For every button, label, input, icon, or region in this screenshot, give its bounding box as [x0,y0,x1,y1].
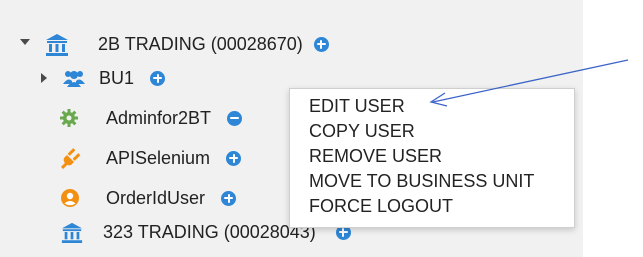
menu-item-force-logout[interactable]: FORCE LOGOUT [309,195,453,217]
gear-icon [60,109,78,127]
remove-icon[interactable] [227,110,243,126]
add-icon[interactable] [150,70,166,86]
tree-node-label: OrderIdUser [106,188,206,208]
tree-node-apiselenium[interactable]: APISelenium [60,144,242,172]
tree-node-label: BU1 [99,68,135,88]
menu-item-remove-user[interactable]: REMOVE USER [309,145,442,167]
tree-node-label: Adminfor2BT [106,108,212,128]
menu-item-edit-user[interactable]: EDIT USER [309,95,405,117]
caret-down-icon[interactable] [20,39,30,45]
plug-icon [60,147,82,170]
tree-node-adminfor2bt[interactable]: Adminfor2BT [60,104,243,132]
tree-node-bu1[interactable]: BU1 [63,64,166,92]
add-icon[interactable] [221,190,237,206]
tree-node-2b-trading[interactable]: 2B TRADING (00028670) [44,30,329,58]
bank-icon [60,221,84,243]
user-icon [60,188,80,208]
caret-right-icon[interactable] [41,73,47,83]
add-icon[interactable] [226,150,242,166]
tree-node-label: APISelenium [106,148,211,168]
users-group-icon [63,69,85,87]
menu-item-move-to-business-unit[interactable]: MOVE TO BUSINESS UNIT [309,170,534,192]
context-menu: EDIT USER COPY USER REMOVE USER MOVE TO … [289,88,575,228]
tree-node-orderiduser[interactable]: OrderIdUser [60,184,237,212]
menu-item-copy-user[interactable]: COPY USER [309,120,415,142]
bank-icon [44,32,70,56]
tree-node-label: 2B TRADING (00028670) [98,34,303,54]
add-icon[interactable] [313,36,329,52]
tree-node-label: 323 TRADING (00028043) [103,222,316,242]
